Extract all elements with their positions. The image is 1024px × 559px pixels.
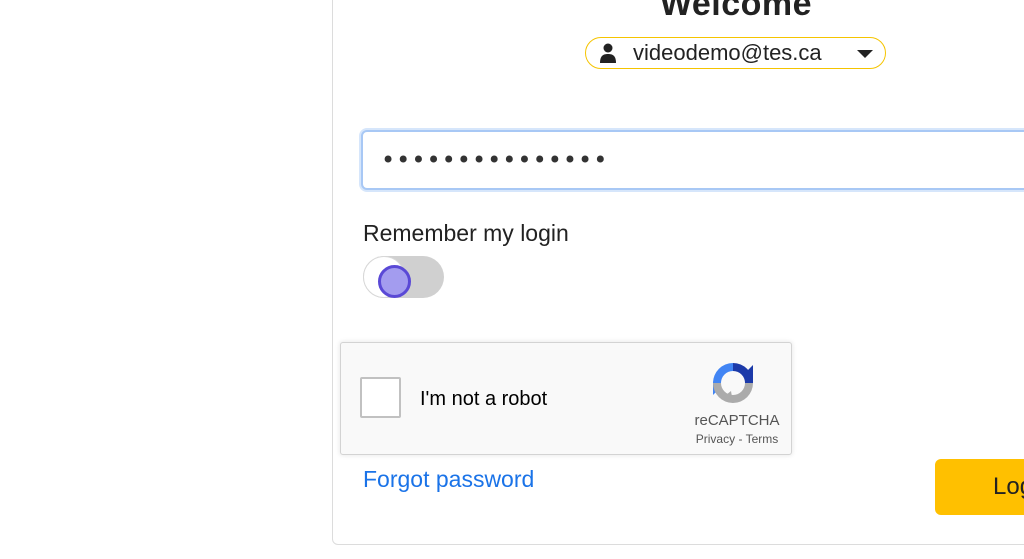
login-page: Welcome videodemo@tes.ca Remember my log… [0,0,1024,559]
recaptcha-brand: reCAPTCHA [694,412,780,429]
account-selector[interactable]: videodemo@tes.ca [585,37,886,69]
remember-login-toggle[interactable] [363,256,444,298]
page-title: Welcome [659,0,813,23]
login-button[interactable]: Login [935,459,1024,515]
forgot-password-link[interactable]: Forgot password [363,464,534,494]
recaptcha-separator: - [738,432,743,446]
recaptcha-links: Privacy - Terms [681,432,793,446]
recaptcha-privacy-link[interactable]: Privacy [696,432,735,446]
account-email: videodemo@tes.ca [633,40,822,65]
recaptcha-terms-link[interactable]: Terms [746,432,779,446]
chevron-down-icon[interactable] [857,50,873,58]
recaptcha-label: I'm not a robot [420,388,548,410]
remember-login-label: Remember my login [363,220,569,246]
recaptcha-checkbox[interactable] [360,377,401,418]
password-input[interactable] [361,130,1024,190]
recaptcha-logo-icon [713,363,753,403]
toggle-knob [378,265,411,298]
recaptcha-widget: I'm not a robot reCAPTCHA Privacy - Term… [340,342,792,455]
user-icon [600,43,616,63]
